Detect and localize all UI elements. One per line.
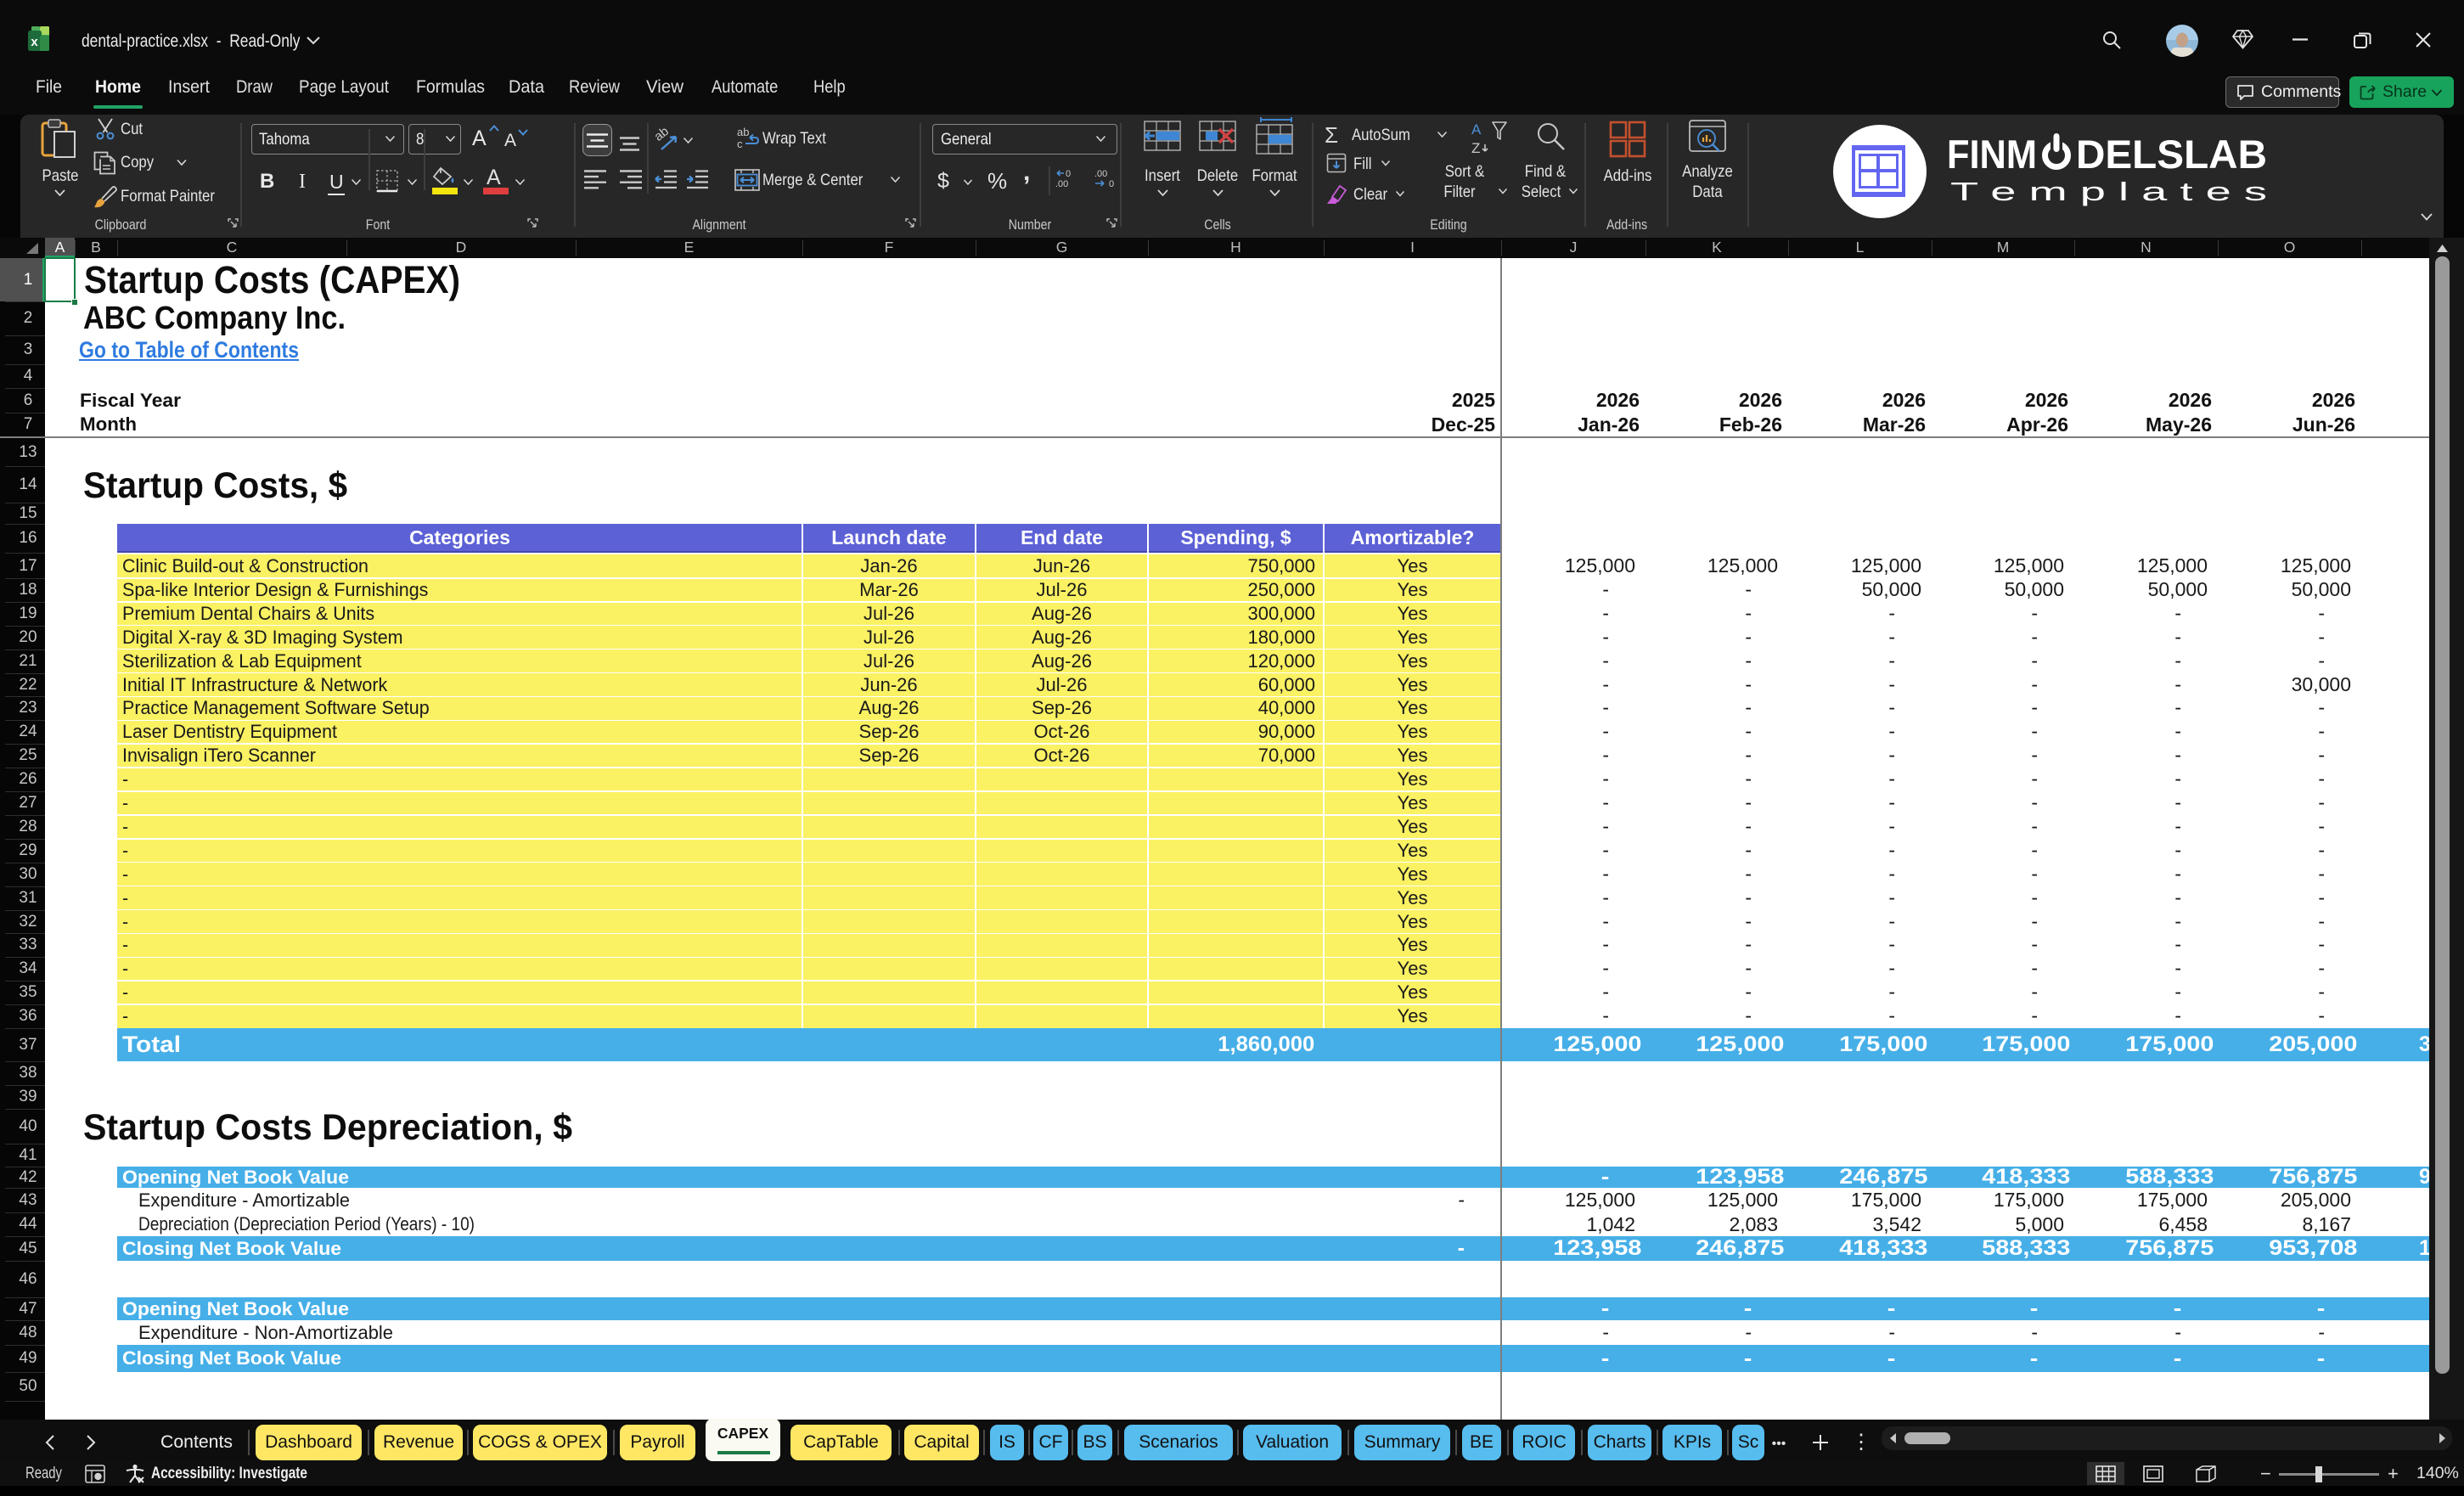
svg-text:c: c bbox=[737, 138, 743, 150]
svg-text:x: x bbox=[31, 35, 38, 49]
svg-text:0: 0 bbox=[1109, 179, 1114, 189]
svg-text:Z: Z bbox=[1471, 140, 1480, 156]
svg-text:.00: .00 bbox=[1055, 179, 1068, 189]
svg-text:.00: .00 bbox=[1094, 169, 1107, 179]
svg-text:ab: ab bbox=[651, 124, 672, 144]
svg-text:ab: ab bbox=[737, 126, 749, 138]
svg-text:0: 0 bbox=[1066, 169, 1071, 179]
svg-text:A: A bbox=[1471, 121, 1482, 138]
